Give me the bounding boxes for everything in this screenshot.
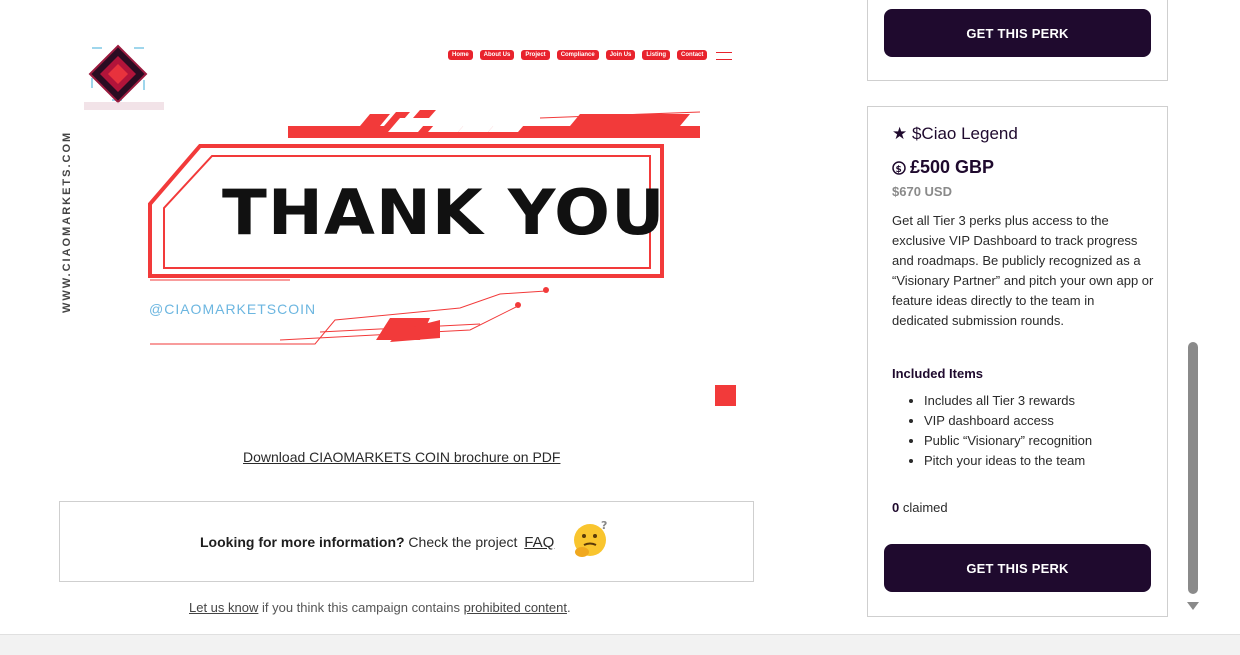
banner-nav: Home About Us Project Compliance Join Us… bbox=[448, 50, 708, 60]
nav-project: Project bbox=[521, 50, 550, 60]
included-item: VIP dashboard access bbox=[924, 411, 1092, 431]
included-items-list: Includes all Tier 3 rewards VIP dashboar… bbox=[892, 391, 1092, 471]
prohibited-content-link[interactable]: prohibited content bbox=[464, 600, 567, 615]
report-middle: if you think this campaign contains bbox=[258, 600, 464, 615]
included-item: Public “Visionary” recognition bbox=[924, 431, 1092, 451]
scrollbar-thumb[interactable] bbox=[1188, 342, 1198, 594]
more-info-body: Check the project bbox=[404, 534, 522, 550]
perk-description: Get all Tier 3 perks plus access to the … bbox=[892, 213, 1154, 328]
nav-home: Home bbox=[448, 50, 473, 60]
svg-text:$: $ bbox=[896, 165, 902, 175]
perk-title: ★ $Ciao Legend bbox=[892, 124, 1018, 143]
more-info-bold: Looking for more information? bbox=[200, 534, 405, 550]
perk-usd-price: $670 USD bbox=[892, 184, 952, 199]
nav-listing: Listing bbox=[642, 50, 671, 60]
more-info-text: Looking for more information? Check the … bbox=[200, 534, 554, 551]
faq-link[interactable]: FAQ bbox=[524, 534, 554, 551]
hamburger-icon bbox=[716, 52, 732, 60]
included-items-heading: Included Items bbox=[892, 366, 984, 381]
let-us-know-link[interactable]: Let us know bbox=[189, 600, 258, 615]
vertical-url-text: WWW.CIAOMARKETS.COM bbox=[61, 130, 73, 313]
nav-about: About Us bbox=[479, 50, 515, 60]
scroll-down-arrow-icon[interactable] bbox=[1187, 602, 1199, 610]
included-item: Includes all Tier 3 rewards bbox=[924, 391, 1092, 411]
report-text: Let us know if you think this campaign c… bbox=[189, 600, 571, 615]
nav-contact: Contact bbox=[677, 50, 708, 60]
currency-exchange-icon: $ bbox=[892, 160, 906, 175]
nav-compliance: Compliance bbox=[556, 50, 599, 60]
social-handle: @CIAOMARKETSCOIN bbox=[149, 301, 317, 317]
thank-you-headline: THANK YOU bbox=[222, 176, 666, 249]
brochure-download-link[interactable]: Download CIAOMARKETS COIN brochure on PD… bbox=[243, 449, 560, 465]
claimed-count: 0 claimed bbox=[892, 500, 948, 515]
get-perk-button[interactable]: GET THIS PERK bbox=[884, 544, 1151, 592]
thinking-face-icon: ? bbox=[574, 519, 607, 557]
nav-join: Join Us bbox=[605, 50, 636, 60]
get-perk-button-previous[interactable]: GET THIS PERK bbox=[884, 9, 1151, 57]
report-end: . bbox=[566, 600, 571, 615]
perk-card-ciao-legend bbox=[867, 106, 1168, 617]
included-item: Pitch your ideas to the team bbox=[924, 451, 1092, 471]
page-footer-strip bbox=[0, 634, 1240, 655]
claimed-label: claimed bbox=[899, 500, 948, 515]
svg-text:?: ? bbox=[601, 519, 607, 532]
decorative-red-square bbox=[715, 385, 736, 406]
perk-price-value: £500 GBP bbox=[910, 157, 995, 177]
perk-price: $ £500 GBP bbox=[892, 157, 994, 178]
